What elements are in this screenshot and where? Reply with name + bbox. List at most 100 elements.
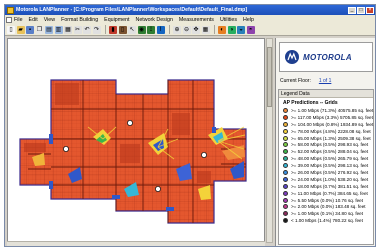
legend-label: >= 11.00 Mbps (0.7%) 384.65 sq. feet <box>291 190 368 196</box>
cable-icon[interactable]: ⌇ <box>156 25 165 34</box>
legend-item: >= 1.00 Mbps (0.1%) 34.80 sq. feet <box>279 210 373 217</box>
predict-icon[interactable]: ◐ <box>218 25 226 34</box>
pan-icon[interactable]: ✥ <box>192 25 200 34</box>
legend-item: >= 65.00 Mbps (1.3%) 2509.38 sq. feet <box>279 135 373 142</box>
legend-label: >= 24.00 Mbps (1.0%) 538.20 sq. feet <box>291 176 369 182</box>
copy-icon[interactable]: ❐ <box>35 25 44 34</box>
open-icon[interactable]: ▰ <box>16 25 25 34</box>
legend-swatch <box>283 121 288 127</box>
legend-item: >= 78.00 Mbps (4.8%) 2228.08 sq. feet <box>279 128 373 135</box>
menu-bar: File Edit View Format Building Equipment… <box>5 15 375 24</box>
legend-label: >= 2.00 Mbps (0.0%) 183.48 sq. feet <box>291 204 366 210</box>
zoom-in-icon[interactable]: ⊕ <box>173 25 181 34</box>
legend-swatch <box>283 204 288 210</box>
legend-item: >= 18.00 Mbps (0.7%) 381.51 sq. feet <box>279 183 373 190</box>
maximize-button[interactable]: □ <box>357 6 365 14</box>
menu-utilities[interactable]: Utilities <box>220 17 237 23</box>
toolbar-separator <box>169 25 170 34</box>
toolbar: ▯ ▰ ▪ ❐ ▤ ▥ ▦ ✂ ↶ ↷ ▮ ▯ ↖ ◉ ⟟ ⌇ ⊕ ⊖ ✥ ▦ ◐ ◑ ◒ ◓ <box>5 24 375 36</box>
menu-measurements[interactable]: Measurements <box>179 17 214 23</box>
logo-box: MOTOROLA <box>279 42 373 72</box>
new-icon[interactable]: ▯ <box>7 25 15 34</box>
floor-selector: Current Floor: 1 of 1 <box>280 78 331 84</box>
map-vertical-scrollbar[interactable] <box>266 38 273 243</box>
report-icon[interactable]: ◓ <box>246 25 255 34</box>
legend-label: >= 58.00 Mbps (0.5%) 298.93 sq. feet <box>291 142 369 148</box>
floor-plan-canvas[interactable] <box>7 38 265 243</box>
legend-item: >= 52.00 Mbps (0.5%) 288.04 sq. feet <box>279 148 373 155</box>
app-window: Motorola LANPlanner - [C:\Program Files\… <box>4 4 376 247</box>
print-icon[interactable]: ▦ <box>64 25 72 34</box>
menu-format-building[interactable]: Format Building <box>61 17 98 23</box>
legend-label: >= 104.00 Mbps (0.8%) 1934.89 sq. feet <box>291 121 374 127</box>
legend-swatch <box>283 218 288 224</box>
zoom-out-icon[interactable]: ⊖ <box>182 25 191 34</box>
wall-icon[interactable]: ▮ <box>109 25 117 34</box>
menu-help[interactable]: Help <box>243 17 254 23</box>
legend-swatch <box>283 176 288 182</box>
grid-icon[interactable]: ▦ <box>201 25 210 34</box>
menu-view[interactable]: View <box>44 17 55 23</box>
measure-icon[interactable]: ◑ <box>227 25 236 34</box>
legend-item: >= 117.00 Mbps (3.3%) 5705.85 sq. feet <box>279 114 373 121</box>
export-icon[interactable]: ▥ <box>54 25 63 34</box>
legend-label: >= 1.00 Mbps (71.3%) 40575.85 sq. feet <box>291 107 374 113</box>
import-icon[interactable]: ▤ <box>45 25 53 34</box>
undo-icon[interactable]: ↶ <box>83 25 91 34</box>
legend-swatch <box>283 197 288 203</box>
legend-swatch <box>283 128 288 134</box>
legend-swatch <box>283 163 288 169</box>
door-icon[interactable]: ▯ <box>118 25 127 34</box>
legend-item: >= 48.00 Mbps (0.5%) 265.79 sq. feet <box>279 155 373 162</box>
menu-file[interactable]: File <box>14 17 23 23</box>
pointer-icon[interactable]: ↖ <box>128 25 136 34</box>
redo-icon[interactable]: ↷ <box>92 25 101 34</box>
legend-label: >= 26.00 Mbps (0.5%) 276.92 sq. feet <box>291 169 369 175</box>
coverage-map <box>19 79 247 224</box>
map-horizontal-scrollbar[interactable] <box>7 241 265 246</box>
optimize-icon[interactable]: ◒ <box>237 25 245 34</box>
legend-label: >= 1.00 Mbps (0.1%) 34.80 sq. feet <box>291 211 364 217</box>
cut-icon[interactable]: ✂ <box>73 25 82 34</box>
legend-label: >= 117.00 Mbps (3.3%) 5705.85 sq. feet <box>291 114 373 120</box>
floor-link[interactable]: 1 of 1 <box>319 78 332 84</box>
legend-swatch <box>283 156 288 162</box>
toolbar-separator <box>105 25 106 34</box>
legend-item: >= 2.00 Mbps (0.0%) 183.48 sq. feet <box>279 203 373 210</box>
ap-icon[interactable]: ◉ <box>137 25 146 34</box>
legend-item: < 1.00 Mbps (1.4%) 780.22 sq. feet <box>279 217 373 224</box>
legend-swatch <box>283 211 288 217</box>
legend-label: >= 65.00 Mbps (1.3%) 2509.38 sq. feet <box>291 135 371 141</box>
legend-item: >= 24.00 Mbps (1.0%) 538.20 sq. feet <box>279 176 373 183</box>
logo-text: MOTOROLA <box>303 52 352 62</box>
legend-item: >= 26.00 Mbps (0.5%) 276.92 sq. feet <box>279 169 373 176</box>
legend-swatch <box>283 107 288 113</box>
menu-equipment[interactable]: Equipment <box>104 17 129 23</box>
legend-label: >= 48.00 Mbps (0.5%) 265.79 sq. feet <box>291 156 369 162</box>
floor-label: Current Floor: <box>280 78 311 84</box>
legend-item: >= 39.00 Mbps (0.5%) 298.13 sq. feet <box>279 162 373 169</box>
close-button[interactable]: × <box>366 6 374 14</box>
legend-label: >= 18.00 Mbps (0.7%) 381.51 sq. feet <box>291 183 369 189</box>
legend-label: >= 39.00 Mbps (0.5%) 298.13 sq. feet <box>291 163 369 169</box>
menu-edit[interactable]: Edit <box>29 17 38 23</box>
save-icon[interactable]: ▪ <box>26 25 34 34</box>
legend-swatch <box>283 190 288 196</box>
legend-label: >= 78.00 Mbps (4.8%) 2228.08 sq. feet <box>291 128 371 134</box>
legend-swatch <box>283 149 288 155</box>
legend-swatch <box>283 183 288 189</box>
menu-network-design[interactable]: Network Design <box>136 17 173 23</box>
document-icon <box>6 16 12 23</box>
app-icon <box>7 6 14 14</box>
legend-item: >= 11.00 Mbps (0.7%) 384.65 sq. feet <box>279 190 373 197</box>
toolbar-separator <box>214 25 215 34</box>
legend-label: >= 5.50 Mbps (0.0%) 10.76 sq. feet <box>291 197 364 203</box>
minimize-button[interactable]: _ <box>348 6 356 14</box>
antenna-icon[interactable]: ⟟ <box>147 25 155 34</box>
legend-list: >= 1.00 Mbps (71.3%) 40575.85 sq. feet >=… <box>279 107 373 224</box>
legend-item: >= 58.00 Mbps (0.5%) 298.93 sq. feet <box>279 141 373 148</box>
legend-swatch <box>283 169 288 175</box>
legend-swatch <box>283 135 288 141</box>
legend-item: >= 104.00 Mbps (0.8%) 1934.89 sq. feet <box>279 121 373 128</box>
legend-swatch <box>283 142 288 148</box>
